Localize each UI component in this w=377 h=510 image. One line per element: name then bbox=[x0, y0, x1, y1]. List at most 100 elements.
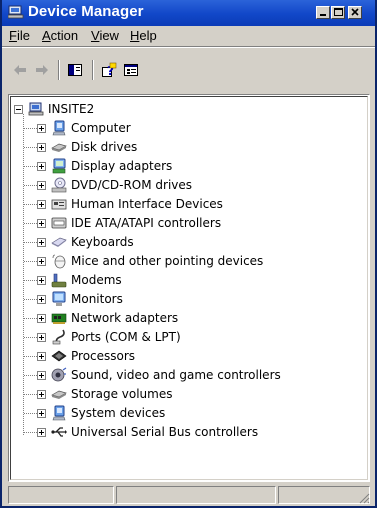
computer-icon bbox=[52, 120, 66, 136]
tree-item-label: Sound, video and game controllers bbox=[71, 368, 281, 382]
menu-help-accel: H bbox=[130, 28, 140, 43]
tree-item-label: System devices bbox=[71, 406, 166, 420]
expand-toggle[interactable] bbox=[37, 314, 46, 323]
tree-item-label: Human Interface Devices bbox=[71, 197, 223, 211]
expand-toggle[interactable] bbox=[37, 162, 46, 171]
expand-toggle[interactable] bbox=[37, 352, 46, 361]
tree-root-label: INSITE2 bbox=[48, 102, 95, 116]
tree-item-label: DVD/CD-ROM drives bbox=[71, 178, 193, 192]
monitor-icon bbox=[52, 291, 66, 306]
help-icon[interactable]: ? bbox=[101, 62, 117, 78]
tree-item-storage-volumes[interactable]: Storage volumes bbox=[11, 385, 351, 404]
status-bar bbox=[8, 486, 370, 504]
forward-arrow-icon[interactable] bbox=[34, 62, 50, 78]
tree-item-keyboards[interactable]: Keyboards bbox=[11, 233, 351, 252]
expand-toggle[interactable] bbox=[37, 124, 46, 133]
menu-file-accel: F bbox=[9, 28, 17, 43]
dvd-drive-icon bbox=[51, 177, 67, 193]
menu-view[interactable]: View bbox=[91, 28, 119, 43]
tree-item-display-adapters[interactable]: Display adapters bbox=[11, 157, 351, 176]
computer-root-icon bbox=[28, 102, 44, 116]
mouse-icon bbox=[52, 254, 66, 269]
menu-file-rest: ile bbox=[16, 28, 30, 43]
tree-item-label: Disk drives bbox=[71, 140, 138, 154]
tree-root[interactable]: INSITE2 bbox=[11, 100, 351, 119]
minimize-button[interactable] bbox=[316, 6, 330, 19]
storage-volume-icon bbox=[51, 390, 67, 399]
tree-item-sound-video-game[interactable]: Sound, video and game controllers bbox=[11, 366, 351, 385]
expand-toggle[interactable] bbox=[37, 295, 46, 304]
network-adapter-icon bbox=[51, 313, 67, 324]
status-pane-1 bbox=[8, 486, 114, 504]
tree-item-label: Network adapters bbox=[71, 311, 179, 325]
close-icon bbox=[351, 8, 359, 16]
expand-toggle[interactable] bbox=[37, 333, 46, 342]
tree-item-mice[interactable]: Mice and other pointing devices bbox=[11, 252, 351, 271]
tree-item-modems[interactable]: Modems bbox=[11, 271, 351, 290]
tree-item-ports[interactable]: Ports (COM & LPT) bbox=[11, 328, 351, 347]
expand-toggle[interactable] bbox=[37, 219, 46, 228]
tree-item-label: Universal Serial Bus controllers bbox=[71, 425, 259, 439]
menu-action[interactable]: Action bbox=[42, 28, 78, 43]
usb-icon bbox=[51, 427, 67, 437]
tree-item-disk-drives[interactable]: Disk drives bbox=[11, 138, 351, 157]
toolbar: ? bbox=[2, 48, 375, 90]
display-adapter-icon bbox=[52, 158, 66, 174]
expand-toggle[interactable] bbox=[37, 409, 46, 418]
expand-toggle[interactable] bbox=[37, 371, 46, 380]
tree-item-ide-ata-atapi-controllers[interactable]: IDE ATA/ATAPI controllers bbox=[11, 214, 351, 233]
keyboard-icon bbox=[51, 237, 67, 247]
tree-item-label: Computer bbox=[71, 121, 131, 135]
tree-item-human-interface-devices[interactable]: Human Interface Devices bbox=[11, 195, 351, 214]
tree-item-dvd-cd-rom-drives[interactable]: DVD/CD-ROM drives bbox=[11, 176, 351, 195]
title-bar[interactable]: Device Manager bbox=[2, 0, 375, 26]
menu-file[interactable]: File bbox=[9, 28, 30, 43]
tree-item-label: Mice and other pointing devices bbox=[71, 254, 264, 268]
window-title: Device Manager bbox=[28, 3, 144, 20]
tree-item-label: Monitors bbox=[71, 292, 123, 306]
tree-item-label: Ports (COM & LPT) bbox=[71, 330, 181, 344]
expand-toggle[interactable] bbox=[37, 200, 46, 209]
tree-item-monitors[interactable]: Monitors bbox=[11, 290, 351, 309]
toolbar-separator bbox=[92, 60, 94, 80]
status-pane-3 bbox=[278, 486, 370, 504]
tree-item-system-devices[interactable]: System devices bbox=[11, 404, 351, 423]
sound-icon bbox=[51, 367, 67, 382]
menu-help[interactable]: Help bbox=[130, 28, 157, 43]
expand-toggle[interactable] bbox=[37, 181, 46, 190]
device-tree-frame: INSITE2 Computer Disk drives Display ada… bbox=[10, 96, 368, 480]
tree-item-network-adapters[interactable]: Network adapters bbox=[11, 309, 351, 328]
collapse-toggle[interactable] bbox=[14, 105, 23, 114]
back-arrow-icon[interactable] bbox=[12, 62, 28, 78]
maximize-button[interactable] bbox=[331, 6, 345, 19]
expand-toggle[interactable] bbox=[37, 143, 46, 152]
show-hide-console-tree-icon[interactable] bbox=[67, 62, 83, 78]
resize-grip-icon[interactable] bbox=[358, 492, 370, 504]
device-tree[interactable]: INSITE2 Computer Disk drives Display ada… bbox=[8, 94, 370, 482]
close-button[interactable] bbox=[348, 6, 362, 19]
processor-icon bbox=[51, 350, 67, 362]
tree-item-label: Keyboards bbox=[71, 235, 134, 249]
menu-action-accel: A bbox=[42, 28, 51, 43]
menu-action-rest: ction bbox=[50, 28, 79, 43]
expand-toggle[interactable] bbox=[37, 276, 46, 285]
tree-item-processors[interactable]: Processors bbox=[11, 347, 351, 366]
modem-icon bbox=[51, 273, 67, 288]
maximize-icon bbox=[334, 8, 343, 16]
hid-icon bbox=[51, 199, 67, 210]
expand-toggle[interactable] bbox=[37, 238, 46, 247]
disk-drive-icon bbox=[51, 143, 67, 152]
properties-icon[interactable] bbox=[123, 62, 139, 78]
toolbar-separator bbox=[58, 60, 60, 80]
ide-controller-icon bbox=[51, 217, 67, 229]
tree-item-label: IDE ATA/ATAPI controllers bbox=[71, 216, 222, 230]
expand-toggle[interactable] bbox=[37, 390, 46, 399]
device-manager-app-icon bbox=[8, 5, 24, 19]
tree-item-label: Storage volumes bbox=[71, 387, 173, 401]
minimize-icon bbox=[320, 14, 326, 16]
expand-toggle[interactable] bbox=[37, 257, 46, 266]
expand-toggle[interactable] bbox=[37, 428, 46, 437]
port-icon bbox=[52, 329, 65, 345]
tree-item-usb-controllers[interactable]: Universal Serial Bus controllers bbox=[11, 423, 351, 442]
tree-item-computer[interactable]: Computer bbox=[11, 119, 351, 138]
